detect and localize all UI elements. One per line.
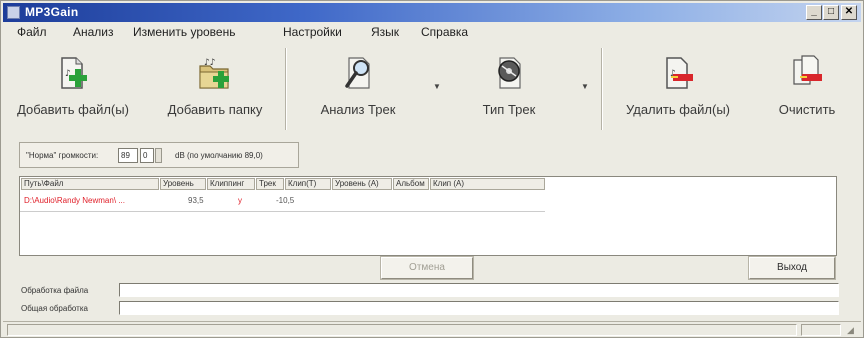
add-folder-icon: ♪♪ bbox=[199, 58, 229, 89]
col-track-gain[interactable]: Трек bbox=[256, 178, 284, 190]
menu-options[interactable]: Настройки bbox=[283, 25, 342, 39]
menu-file[interactable]: Файл bbox=[17, 25, 47, 39]
close-button[interactable]: ✕ bbox=[841, 5, 857, 20]
file-progress-label: Обработка файла bbox=[21, 286, 89, 295]
cell-volume: 93,5 bbox=[188, 196, 204, 205]
total-progress-bar bbox=[119, 301, 839, 315]
cancel-button[interactable]: Отмена bbox=[380, 256, 474, 280]
menu-language[interactable]: Язык bbox=[371, 25, 399, 39]
target-volume-panel: "Норма" громкости: 89 0 dB (по умолчанию… bbox=[19, 142, 299, 168]
resize-grip-icon[interactable]: ◢ bbox=[847, 325, 858, 336]
col-track-clip[interactable]: Клип(Т) bbox=[285, 178, 331, 190]
col-album-volume[interactable]: Уровень (А) bbox=[332, 178, 392, 190]
remove-files-button[interactable]: ♪ Удалить файл(ы) bbox=[613, 44, 743, 136]
gain-track-label: Тип Трек bbox=[482, 102, 536, 117]
col-volume[interactable]: Уровень bbox=[160, 178, 206, 190]
col-album-clip[interactable]: Клип (А) bbox=[430, 178, 545, 190]
gain-disc-icon bbox=[498, 57, 521, 89]
maximize-icon: □ bbox=[827, 6, 835, 17]
app-window: MP3Gain _ □ ✕ Файл Анализ Изменить урове… bbox=[0, 0, 864, 338]
analyze-track-button[interactable]: Анализ Трек bbox=[299, 44, 417, 136]
add-files-icon: ♪ bbox=[61, 57, 87, 89]
remove-files-icon: ♪ bbox=[666, 57, 693, 89]
gain-track-button[interactable]: Тип Трек bbox=[461, 44, 557, 136]
add-folder-label: Добавить папку bbox=[167, 102, 263, 117]
total-progress-label: Общая обработка bbox=[21, 304, 88, 313]
toolbar-separator bbox=[285, 48, 287, 130]
file-progress-bar bbox=[119, 283, 839, 297]
exit-button[interactable]: Выход bbox=[748, 256, 836, 280]
col-album-gain[interactable]: Альбом bbox=[393, 178, 429, 190]
maximize-button[interactable]: □ bbox=[823, 5, 839, 20]
add-files-button[interactable]: ♪ Добавить файл(ы) bbox=[3, 44, 143, 136]
toolbar: ♪ Добавить файл(ы) ♪♪ Добавить папку Ана… bbox=[3, 42, 861, 136]
title-bar[interactable]: MP3Gain _ □ ✕ bbox=[3, 3, 861, 22]
add-files-label: Добавить файл(ы) bbox=[17, 102, 129, 117]
target-volume-dec-input[interactable]: 0 bbox=[140, 148, 154, 163]
window-title: MP3Gain bbox=[25, 5, 79, 19]
menu-analysis[interactable]: Анализ bbox=[73, 25, 114, 39]
svg-text:♪♪: ♪♪ bbox=[204, 58, 216, 68]
cell-track-gain: -10,5 bbox=[276, 196, 295, 205]
file-table[interactable]: Путь\Файл Уровень Клиппинг Трек Клип(Т) … bbox=[19, 176, 837, 256]
row-divider bbox=[20, 211, 545, 212]
add-folder-button[interactable]: ♪♪ Добавить папку bbox=[149, 44, 281, 136]
cell-clipping: y bbox=[238, 196, 242, 205]
gain-dropdown-arrow[interactable]: ▼ bbox=[581, 82, 589, 91]
magnifier-icon bbox=[345, 57, 370, 89]
menu-bar: Файл Анализ Изменить уровень Настройки Я… bbox=[5, 23, 855, 41]
app-icon bbox=[7, 6, 20, 19]
menu-modify-gain[interactable]: Изменить уровень bbox=[133, 25, 235, 39]
clear-button[interactable]: Очистить bbox=[753, 44, 861, 136]
close-icon: ✕ bbox=[844, 6, 854, 17]
toolbar-separator bbox=[601, 48, 603, 130]
target-volume-label: "Норма" громкости: bbox=[26, 151, 99, 160]
col-path[interactable]: Путь\Файл bbox=[21, 178, 159, 190]
cell-path: D:\Audio\Randy Newman\ ... bbox=[24, 196, 125, 205]
menu-help[interactable]: Справка bbox=[421, 25, 468, 39]
status-panel bbox=[7, 324, 797, 336]
target-volume-default-hint: dB (по умолчанию 89,0) bbox=[175, 151, 263, 160]
table-body: D:\Audio\Randy Newman\ ... 93,5 y -10,5 bbox=[20, 193, 836, 253]
analyze-dropdown-arrow[interactable]: ▼ bbox=[433, 82, 441, 91]
target-volume-int-input[interactable]: 89 bbox=[118, 148, 138, 163]
minimize-icon: _ bbox=[811, 6, 817, 17]
table-header: Путь\Файл Уровень Клиппинг Трек Клип(Т) … bbox=[20, 177, 545, 190]
minimize-button[interactable]: _ bbox=[806, 5, 822, 20]
status-panel bbox=[801, 324, 841, 336]
analyze-track-label: Анализ Трек bbox=[320, 102, 396, 117]
status-bar: ◢ bbox=[3, 321, 861, 337]
table-row[interactable]: D:\Audio\Randy Newman\ ... 93,5 y -10,5 bbox=[20, 195, 836, 208]
col-clipping[interactable]: Клиппинг bbox=[207, 178, 255, 190]
clear-label: Очистить bbox=[778, 102, 836, 117]
remove-files-label: Удалить файл(ы) bbox=[625, 102, 731, 117]
target-volume-spinner[interactable] bbox=[155, 148, 162, 163]
clear-icon bbox=[793, 55, 822, 85]
